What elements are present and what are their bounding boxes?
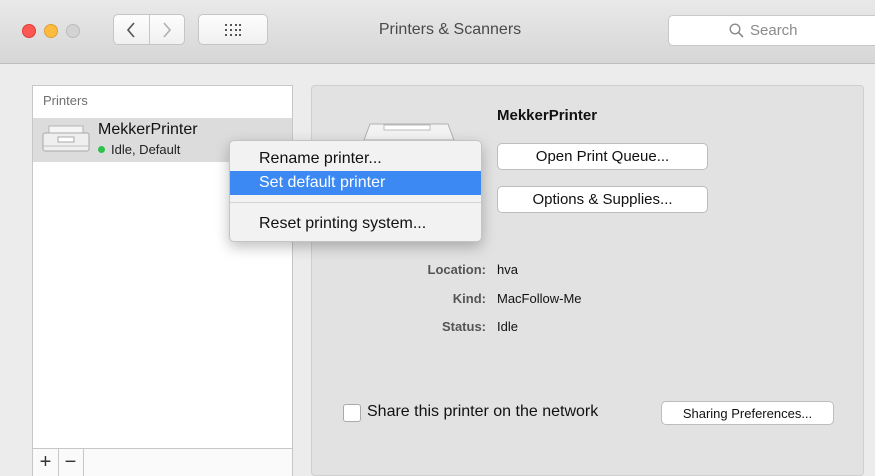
printer-status-text: Idle, Default	[111, 142, 181, 157]
search-input[interactable]: Search	[668, 15, 875, 46]
window-title: Printers & Scanners	[378, 21, 522, 38]
show-all-button[interactable]	[198, 14, 268, 45]
kind-value: MacFollow-Me	[497, 291, 582, 306]
chevron-right-icon	[163, 21, 171, 38]
status-label: Status:	[441, 319, 486, 334]
share-printer-label[interactable]: Share this printer on the network	[367, 403, 598, 421]
search-placeholder: Search	[750, 22, 798, 39]
menu-separator	[230, 202, 481, 203]
printer-status: Idle, Default	[98, 142, 180, 157]
nav-buttons	[113, 14, 185, 45]
menu-item-reset-printing-system[interactable]: Reset printing system...	[230, 212, 481, 236]
open-print-queue-button[interactable]: Open Print Queue...	[497, 143, 708, 170]
printers-list-header: Printers	[43, 93, 88, 108]
title-bar: Printers & Scanners Search	[0, 0, 875, 64]
back-button[interactable]	[114, 15, 149, 44]
share-printer-checkbox[interactable]	[343, 404, 361, 422]
close-button[interactable]	[22, 24, 36, 38]
chevron-left-icon	[127, 21, 135, 38]
status-value: Idle	[497, 319, 518, 334]
printer-name: MekkerPrinter	[98, 121, 198, 138]
grid-icon	[225, 23, 241, 36]
location-label: Location:	[427, 262, 487, 277]
status-dot-icon	[98, 146, 105, 153]
kind-label: Kind:	[452, 291, 486, 306]
forward-button[interactable]	[148, 15, 185, 44]
printer-icon	[363, 123, 455, 140]
context-menu: Rename printer... Set default printer Re…	[229, 140, 482, 242]
add-printer-button[interactable]: +	[33, 449, 59, 476]
search-icon	[729, 23, 744, 38]
zoom-button[interactable]	[66, 24, 80, 38]
location-value: hva	[497, 262, 518, 277]
list-footer: + −	[32, 448, 293, 476]
remove-printer-button[interactable]: −	[58, 449, 84, 476]
menu-item-rename-printer[interactable]: Rename printer...	[230, 147, 481, 171]
options-supplies-button[interactable]: Options & Supplies...	[497, 186, 708, 213]
minimize-button[interactable]	[44, 24, 58, 38]
printer-icon	[42, 125, 90, 152]
sharing-preferences-button[interactable]: Sharing Preferences...	[661, 401, 834, 425]
printer-title: MekkerPrinter	[497, 107, 598, 124]
menu-item-set-default-printer[interactable]: Set default printer	[230, 171, 481, 195]
